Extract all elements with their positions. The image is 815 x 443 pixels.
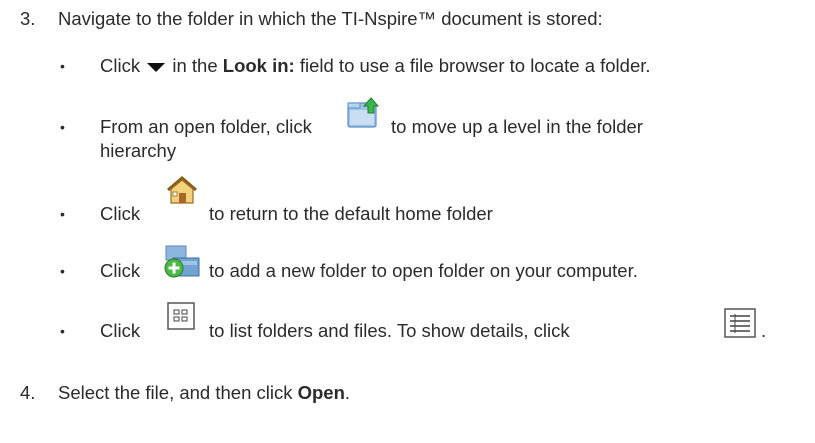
- bullet-5-post: to list folders and files. To show detai…: [209, 320, 570, 341]
- bullet-5-end: .: [761, 320, 767, 341]
- bullet-3-pre: Click: [100, 203, 141, 224]
- folder-up-icon: [347, 97, 380, 128]
- bullet-dot: •: [60, 263, 65, 279]
- bullet-2-cont: hierarchy: [100, 140, 177, 161]
- bullet-5-pre: Click: [100, 320, 141, 341]
- bullet-dot: •: [60, 58, 65, 74]
- home-icon: [167, 176, 197, 204]
- step-4-text: Select the file, and then click Open.: [58, 382, 351, 403]
- step-3-text: Navigate to the folder in which the TI-N…: [58, 8, 603, 29]
- bullet-dot: •: [60, 119, 65, 135]
- step-4-number: 4.: [20, 382, 36, 403]
- bullet-dot: •: [60, 206, 65, 222]
- list-view-icon: [167, 302, 195, 330]
- new-folder-icon: [164, 245, 200, 278]
- bullet-4-pre: Click: [100, 260, 141, 281]
- step-3-number: 3.: [20, 8, 36, 29]
- bullet-1-text: Click in the Look in: field to use a fil…: [100, 55, 651, 76]
- open-label: Open: [297, 382, 345, 403]
- details-view-icon: [724, 308, 756, 338]
- bullet-3-post: to return to the default home folder: [209, 203, 493, 224]
- bullet-dot: •: [60, 323, 65, 339]
- bullet-2-pre: From an open folder, click: [100, 116, 312, 137]
- bullet-2-post: to move up a level in the folder: [391, 116, 643, 137]
- bullet-4-post: to add a new folder to open folder on yo…: [209, 260, 638, 281]
- dropdown-arrow-icon: [147, 62, 166, 72]
